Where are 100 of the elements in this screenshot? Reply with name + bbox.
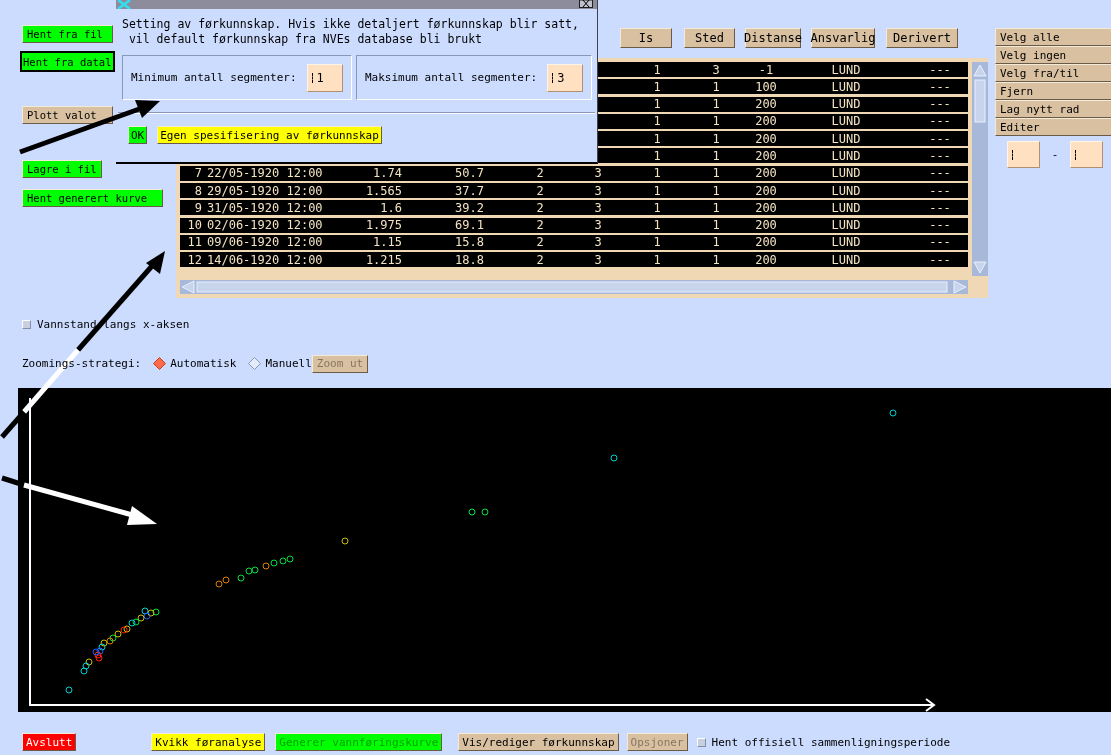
- table-cell-text: ---: [928, 183, 952, 198]
- column-header[interactable]: Is: [620, 28, 672, 48]
- table-cell-text: LUND: [830, 252, 862, 267]
- table-cell-text: 200: [754, 200, 778, 215]
- range-separator: -: [1050, 148, 1060, 161]
- table-cell-text: 2: [535, 252, 545, 267]
- field-label: Maksimum antall segmenter:: [365, 71, 538, 84]
- table-cell-text: 1.975: [364, 218, 402, 233]
- table-cell-text: 1: [711, 79, 721, 94]
- table-cell-text: 200: [754, 149, 778, 163]
- table-cell-text: 1: [652, 183, 662, 198]
- radio-button[interactable]: [153, 357, 167, 370]
- table-cell-text: 9: [193, 200, 202, 215]
- table-cell-text: 200: [754, 218, 778, 233]
- checkbox-label: Vannstand langs x-aksen: [37, 317, 190, 331]
- table-cell-text: 200: [754, 114, 778, 129]
- quit-button[interactable]: Avslutt: [22, 733, 77, 751]
- segment-field[interactable]: 1: [306, 63, 343, 92]
- table-cell-text: 1: [711, 97, 721, 112]
- table-cell-text: 3: [593, 235, 603, 250]
- edit-prior-button[interactable]: Vis/rediger førkunnskap: [458, 733, 619, 751]
- table-cell-text: ---: [928, 62, 952, 77]
- column-header[interactable]: Distanse: [745, 28, 801, 48]
- checkbox[interactable]: [696, 737, 706, 747]
- horizontal-scrollbar[interactable]: [180, 280, 968, 294]
- vertical-scrollbar[interactable]: [972, 62, 988, 276]
- table-cell-text: 10: [186, 218, 202, 233]
- table-cell-text: 200: [754, 252, 778, 267]
- table-cell-text: ---: [928, 97, 952, 112]
- table-cell-text: LUND: [830, 62, 862, 77]
- table-cell-text: 200: [754, 131, 778, 146]
- table-cell-text: 12: [186, 252, 202, 267]
- load-file-button[interactable]: Hent fra fil: [22, 25, 113, 43]
- column-header[interactable]: Sted: [684, 28, 735, 48]
- table-cell-text: 11: [186, 235, 202, 250]
- load-database-button[interactable]: Hent fra datal: [20, 51, 115, 72]
- table-cell-text: 1: [711, 149, 721, 163]
- quick-analysis-button[interactable]: Kvikk føranalyse: [151, 733, 266, 751]
- side-button[interactable]: Velg alle: [995, 28, 1111, 46]
- table-cell-text: LUND: [830, 149, 862, 163]
- table-cell-text: 200: [754, 166, 778, 181]
- table-cell-text: 1: [652, 166, 662, 181]
- table-cell-text: 3: [711, 62, 721, 77]
- column-header[interactable]: Derivert: [886, 28, 958, 48]
- segment-field[interactable]: 3: [547, 63, 584, 92]
- zoom-strategy-label: Zoomings-strategi:: [22, 357, 142, 370]
- custom-prior-button[interactable]: Egen spesifisering av førkunnskap: [157, 126, 382, 144]
- table-cell-text: 1.74: [372, 166, 402, 181]
- table-cell-text: 1: [711, 183, 721, 198]
- table-cell-text: 1: [652, 200, 662, 215]
- side-button[interactable]: Fjern: [995, 82, 1111, 100]
- table-cell-text: -1: [757, 62, 775, 77]
- table-cell-text: 1: [711, 218, 721, 233]
- table-cell-text: 3: [593, 183, 603, 198]
- table-cell-text: ---: [928, 200, 952, 215]
- table-cell-text: 02/06-1920 12:00: [206, 218, 324, 233]
- load-curve-button[interactable]: Hent generert kurve: [22, 189, 163, 207]
- plot-button[interactable]: Plott valot: [22, 106, 113, 124]
- table-cell-text: 1: [652, 252, 662, 267]
- table-cell-text: 14/06-1920 12:00: [206, 252, 324, 267]
- side-button[interactable]: Lag nytt rad: [995, 100, 1111, 118]
- dialog-message: Setting av førkunnskap. Hvis ikke detaljert førkunnskap blir satt, vil default førkunnskap fra NVEs database bli brukt: [122, 17, 580, 47]
- checkbox[interactable]: [22, 319, 31, 329]
- column-header[interactable]: Ansvarlig: [811, 28, 875, 48]
- save-file-button[interactable]: Lagre i fil: [22, 160, 102, 178]
- side-button[interactable]: Velg fra/til: [995, 64, 1111, 82]
- table-cell-text: 09/06-1920 12:00: [206, 235, 324, 250]
- ok-button[interactable]: OK: [128, 126, 148, 144]
- radio-label: Manuell: [265, 357, 312, 370]
- table-cell-text: 200: [754, 235, 778, 250]
- table-cell-text: ---: [928, 218, 952, 233]
- close-icon[interactable]: [579, 0, 593, 8]
- table-cell-text: 1: [711, 114, 721, 129]
- table-cell-text: 37.7: [454, 183, 484, 198]
- table-cell-text: 8: [193, 183, 202, 198]
- table-cell-text: 7: [193, 166, 202, 181]
- table-cell-text: 1: [711, 166, 721, 181]
- table-cell-text: 1: [711, 235, 721, 250]
- table-cell-text: 1: [652, 79, 662, 94]
- table-cell-text: LUND: [830, 97, 862, 112]
- table-cell-text: 22/05-1920 12:00: [206, 166, 324, 181]
- table-cell-text: 1.6: [379, 200, 402, 215]
- from-field[interactable]: [1007, 141, 1040, 168]
- table-cell-text: LUND: [830, 235, 862, 250]
- table-cell-text: ---: [928, 114, 952, 129]
- x-logo-icon: [116, 0, 132, 9]
- side-button[interactable]: Velg ingen: [995, 46, 1111, 64]
- table-cell-text: 3: [593, 252, 603, 267]
- table-cell-text: 1: [652, 149, 662, 163]
- table-cell-text: ---: [928, 235, 952, 250]
- table-cell-text: LUND: [830, 200, 862, 215]
- table-cell-text: LUND: [830, 114, 862, 129]
- to-field[interactable]: [1070, 141, 1103, 168]
- table-cell-text: 3: [593, 200, 603, 215]
- table-cell-text: LUND: [830, 218, 862, 233]
- radio-button[interactable]: [248, 357, 262, 370]
- checkbox-label: Hent offisiell sammenligningsperiode: [711, 735, 950, 749]
- side-button[interactable]: Editer: [995, 118, 1111, 136]
- table-cell-text: 1: [711, 252, 721, 267]
- table-cell-text: LUND: [830, 131, 862, 146]
